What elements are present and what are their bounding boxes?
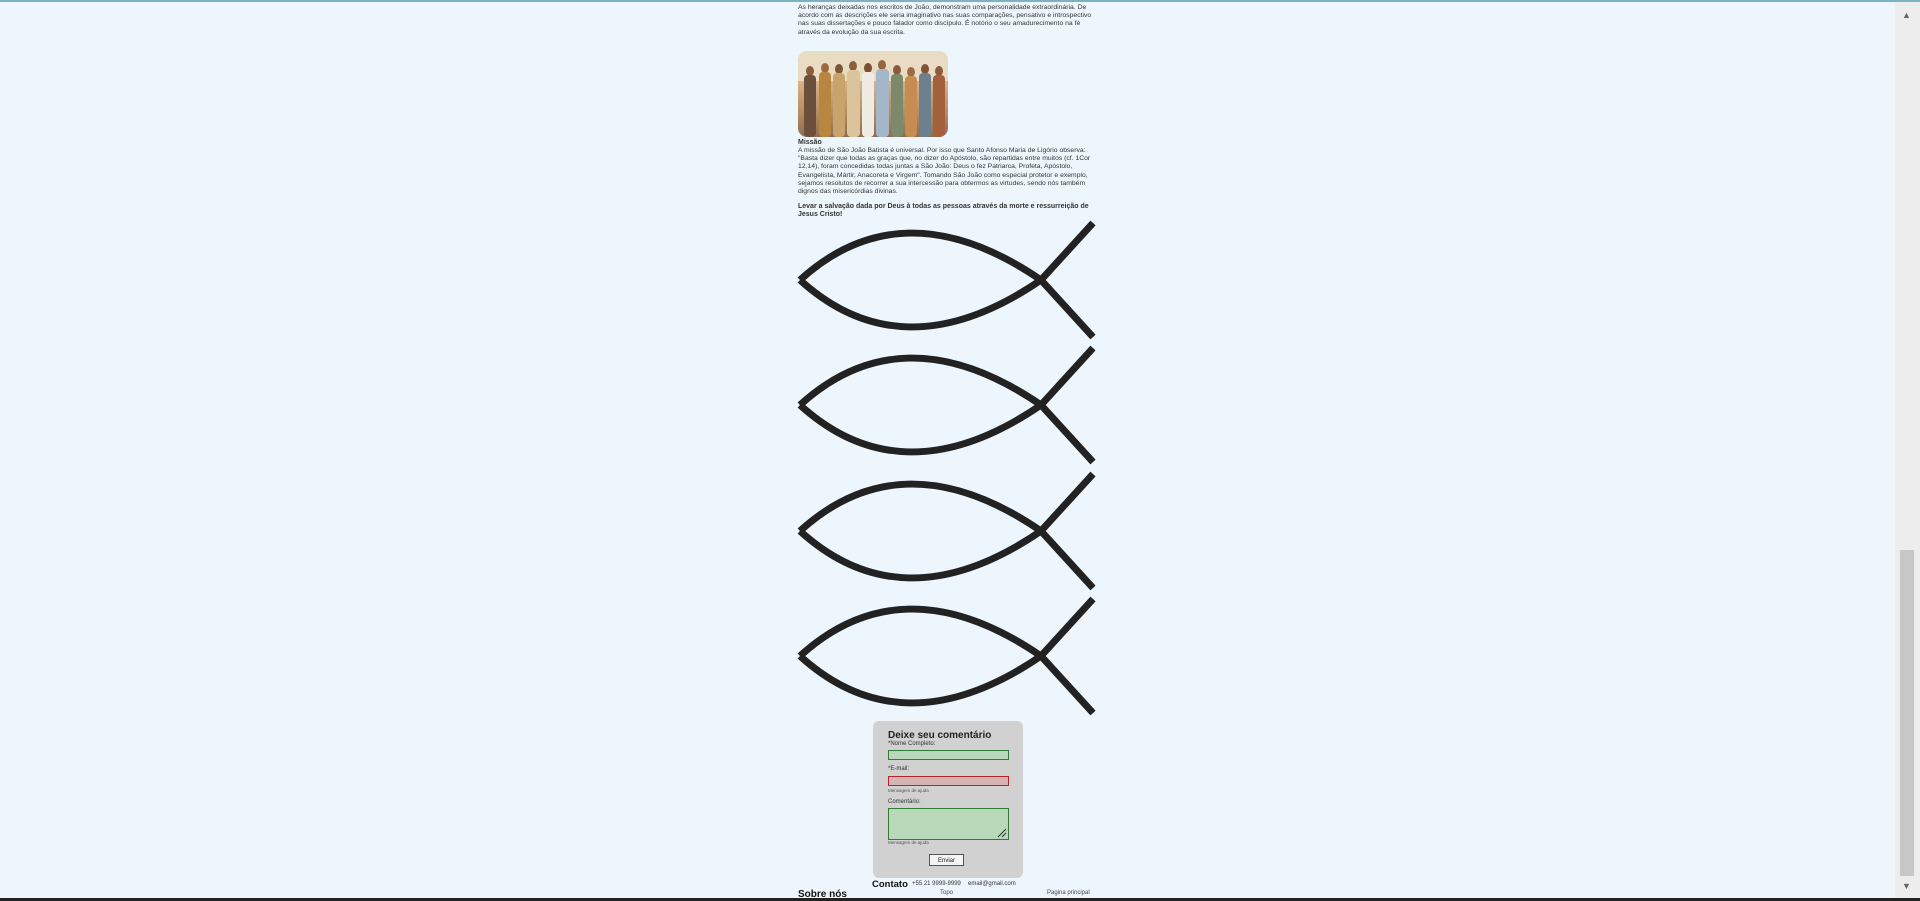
scroll-up-arrow-icon[interactable]: ▲ bbox=[1902, 10, 1911, 20]
comment-label: Comentário: bbox=[888, 799, 921, 805]
ichthys-fish-icon bbox=[797, 220, 1096, 340]
intro-paragraph: As heranças deixadas nos escritos de Joã… bbox=[798, 4, 1092, 36]
mission-heading: Missão bbox=[798, 139, 822, 146]
apostles-image bbox=[798, 51, 948, 137]
ichthys-fish-icon bbox=[797, 596, 1096, 716]
resize-handle-icon[interactable] bbox=[997, 828, 1007, 838]
email-label: *E-mail: bbox=[888, 766, 910, 772]
top-border bbox=[0, 0, 1920, 2]
scroll-down-arrow-icon[interactable]: ▼ bbox=[1902, 881, 1911, 891]
form-title: Deixe seu comentário bbox=[888, 730, 992, 741]
email-address: email@gmail.com bbox=[968, 881, 1016, 887]
email-help-text: Mensagem de ajuda bbox=[888, 788, 929, 793]
phone-number: +55 21 9999-9999 bbox=[912, 881, 961, 887]
mission-statement: Levar a salvação dada por Deus à todas a… bbox=[798, 203, 1089, 218]
scrollbar-thumb[interactable] bbox=[1900, 550, 1914, 876]
comment-form: Deixe seu comentário *Nome Completo: *E-… bbox=[873, 721, 1023, 878]
email-field[interactable] bbox=[888, 776, 1009, 786]
contact-heading: Contato bbox=[872, 879, 908, 890]
home-link[interactable]: Pagina principal bbox=[1047, 890, 1090, 896]
ichthys-fish-icon bbox=[797, 345, 1096, 465]
comment-help-text: Mensagem de ajuda bbox=[888, 840, 929, 845]
ichthys-fish-icon bbox=[797, 471, 1096, 591]
comment-textarea[interactable] bbox=[888, 808, 1009, 840]
name-field[interactable] bbox=[888, 750, 1009, 760]
apostles-painting-icon bbox=[798, 51, 948, 137]
submit-button[interactable]: Enviar bbox=[929, 854, 964, 866]
mission-paragraph: A missão de São João Batista é universal… bbox=[798, 147, 1091, 196]
top-link[interactable]: Topo bbox=[940, 890, 953, 896]
name-label: *Nome Completo: bbox=[888, 741, 936, 747]
